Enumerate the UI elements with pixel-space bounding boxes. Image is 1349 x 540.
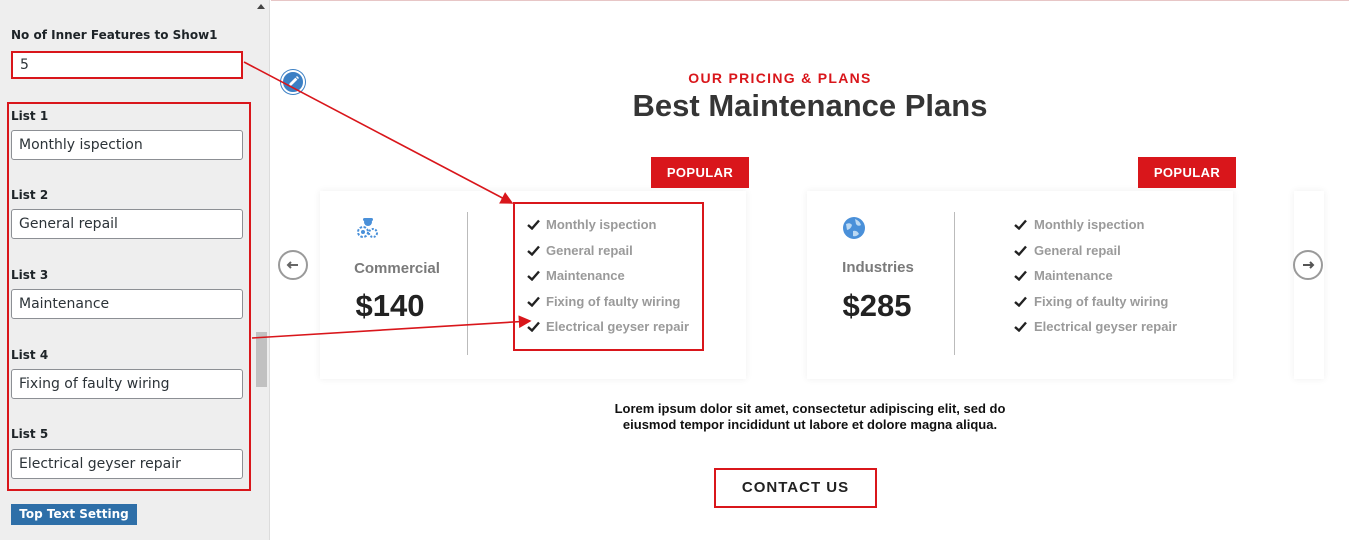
feature-item: Electrical geyser repair bbox=[1034, 319, 1178, 334]
description-line: Lorem ipsum dolor sit amet, consectetur … bbox=[614, 401, 1006, 416]
panel-scrollbar-thumb[interactable] bbox=[256, 332, 267, 387]
popular-badge: POPULAR bbox=[1138, 157, 1236, 188]
check-icon bbox=[1014, 219, 1027, 230]
gears-worker-icon bbox=[354, 215, 380, 241]
list-1-label: List 1 bbox=[11, 109, 49, 123]
feature-item: Fixing of faulty wiring bbox=[1034, 294, 1169, 309]
list-2-label: List 2 bbox=[11, 188, 49, 202]
section-subtitle: OUR PRICING & PLANS bbox=[688, 70, 872, 86]
contact-us-button[interactable]: CONTACT US bbox=[714, 468, 877, 508]
next-pricing-card-peek bbox=[1294, 191, 1324, 379]
list-3-input[interactable] bbox=[11, 289, 243, 319]
feature-item: Maintenance bbox=[1034, 268, 1113, 283]
list-1-input[interactable] bbox=[11, 130, 243, 160]
features-list-highlight bbox=[513, 202, 704, 351]
plan-name: Industries bbox=[842, 259, 914, 276]
arrow-left-icon bbox=[286, 261, 298, 269]
card-divider bbox=[467, 212, 468, 355]
plan-price: $140 bbox=[355, 288, 425, 323]
list-3-label: List 3 bbox=[11, 268, 49, 282]
description-line: eiusmod tempor incididunt ut labore et d… bbox=[622, 417, 998, 432]
section-title: Best Maintenance Plans bbox=[632, 88, 988, 123]
panel-scrollbar[interactable] bbox=[255, 18, 267, 528]
carousel-next-button[interactable] bbox=[1293, 250, 1323, 280]
features-count-input[interactable] bbox=[11, 51, 243, 79]
check-icon bbox=[1014, 245, 1027, 256]
feature-item: Monthly ispection bbox=[1034, 217, 1145, 232]
arrow-right-icon bbox=[1303, 261, 1315, 269]
scroll-up-arrow-icon[interactable] bbox=[257, 4, 265, 9]
plan-price: $285 bbox=[842, 288, 912, 323]
check-icon bbox=[1014, 270, 1027, 281]
top-text-setting-button[interactable]: Top Text Setting bbox=[11, 504, 137, 525]
list-2-input[interactable] bbox=[11, 209, 243, 239]
pricing-description: Lorem ipsum dolor sit amet, consectetur … bbox=[610, 401, 1010, 433]
check-icon bbox=[1014, 296, 1027, 307]
panel-header-strip bbox=[0, 0, 270, 16]
globe-icon bbox=[841, 215, 867, 241]
features-count-label: No of Inner Features to Show1 bbox=[11, 28, 218, 42]
list-4-label: List 4 bbox=[11, 348, 49, 362]
list-5-input[interactable] bbox=[11, 449, 243, 479]
feature-item: General repail bbox=[1034, 243, 1121, 258]
carousel-prev-button[interactable] bbox=[278, 250, 308, 280]
edit-pen-icon[interactable] bbox=[281, 70, 305, 94]
list-5-label: List 5 bbox=[11, 427, 49, 441]
app-root: No of Inner Features to Show1 List 1 Lis… bbox=[0, 0, 1349, 540]
card-divider bbox=[954, 212, 955, 355]
popular-badge: POPULAR bbox=[651, 157, 749, 188]
plan-name: Commercial bbox=[354, 260, 440, 277]
check-icon bbox=[1014, 321, 1027, 332]
customizer-panel: No of Inner Features to Show1 List 1 Lis… bbox=[0, 0, 270, 540]
list-4-input[interactable] bbox=[11, 369, 243, 399]
